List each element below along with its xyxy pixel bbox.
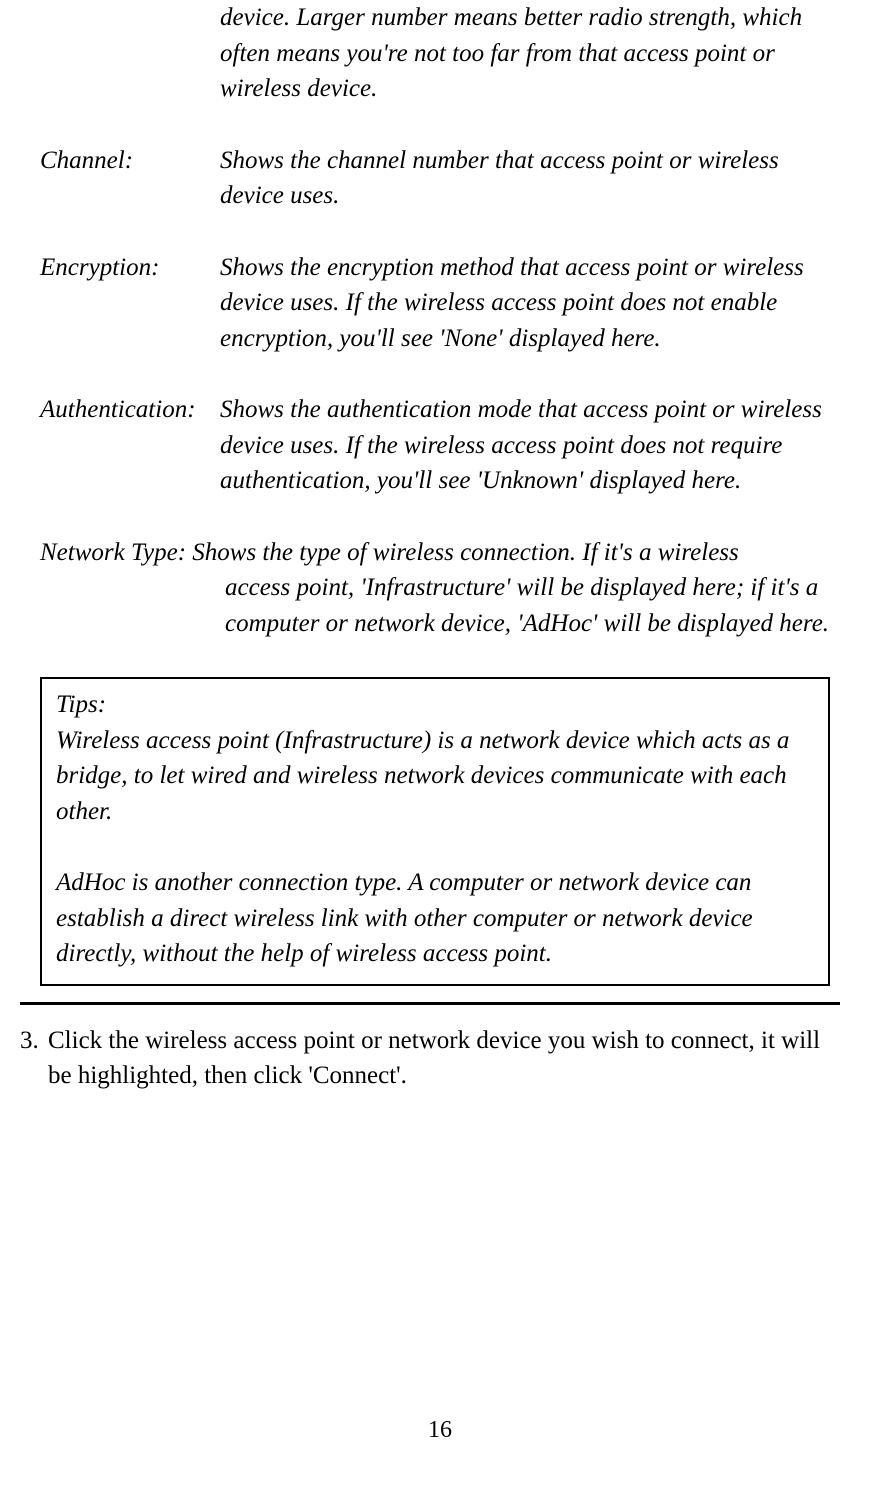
tips-box: Tips: Wireless access point (Infrastruct…	[40, 677, 830, 986]
tips-label: Tips:	[56, 687, 814, 723]
document-page: device. Larger number means better radio…	[0, 0, 880, 1485]
section-divider	[20, 1002, 840, 1005]
definition-row-authentication: Authentication: Shows the authentication…	[40, 392, 840, 499]
definition-fragment-top: device. Larger number means better radio…	[220, 0, 840, 107]
definition-value: Shows the authentication mode that acces…	[220, 392, 840, 499]
definition-row-encryption: Encryption: Shows the encryption method …	[40, 250, 840, 357]
page-number: 16	[0, 1413, 880, 1447]
tips-paragraph: Wireless access point (Infrastructure) i…	[56, 723, 814, 830]
definition-label: Authentication:	[40, 392, 220, 499]
definition-row-channel: Channel: Shows the channel number that a…	[40, 143, 840, 214]
step-3: 3. Click the wireless access point or ne…	[20, 1023, 840, 1094]
definition-label: Encryption:	[40, 250, 220, 357]
definition-value: Shows the encryption method that access …	[220, 250, 840, 357]
definition-value: Shows the channel number that access poi…	[220, 143, 840, 214]
step-number: 3.	[20, 1023, 48, 1094]
definition-label: Channel:	[40, 143, 220, 214]
tips-paragraph: AdHoc is another connection type. A comp…	[56, 865, 814, 972]
definition-network-first-line: Network Type: Shows the type of wireless…	[40, 535, 840, 571]
step-text: Click the wireless access point or netwo…	[48, 1023, 840, 1094]
definitions-list: Channel: Shows the channel number that a…	[40, 143, 840, 642]
definition-network-rest: access point, 'Infrastructure' will be d…	[225, 570, 840, 641]
definition-row-network-type: Network Type: Shows the type of wireless…	[40, 535, 840, 642]
